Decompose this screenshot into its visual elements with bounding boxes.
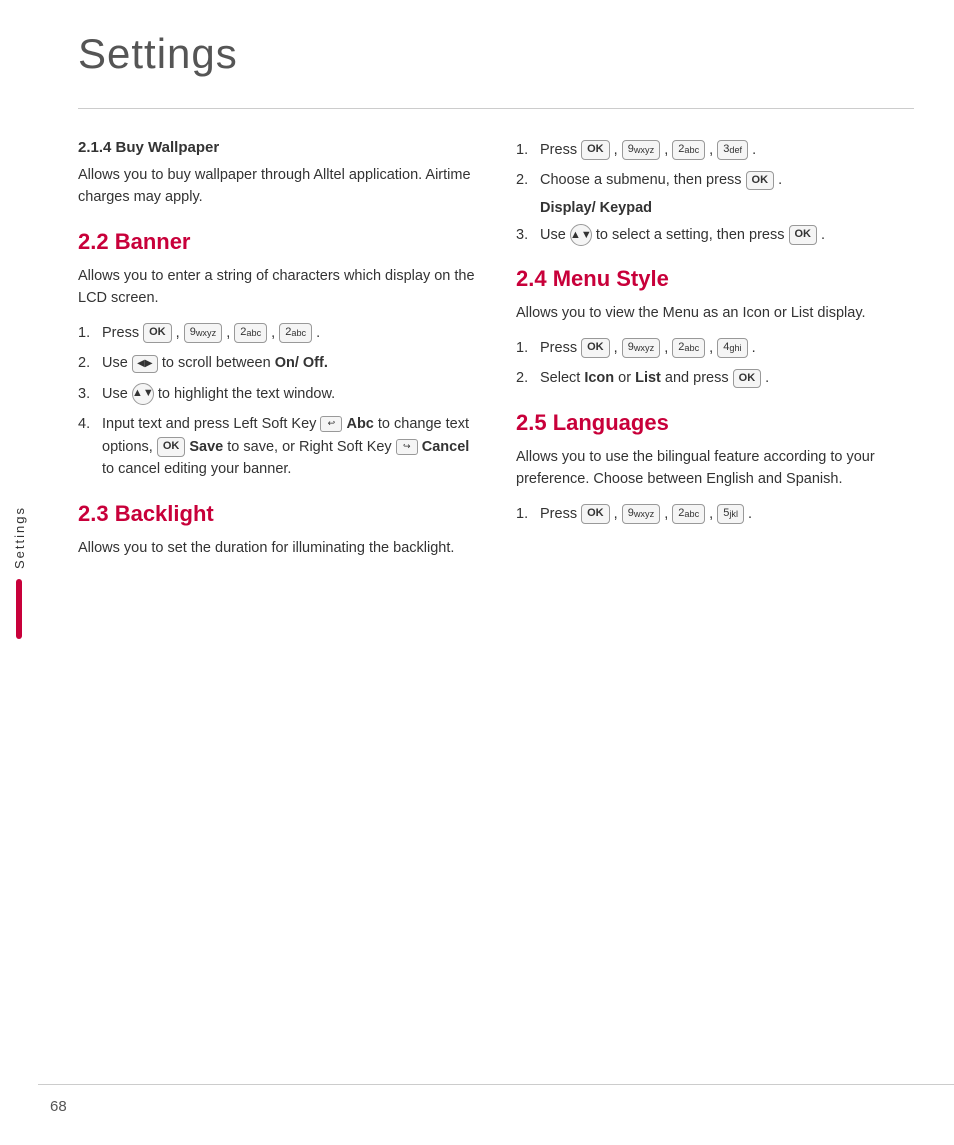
- display-keypad-label: Display/ Keypad: [540, 200, 914, 216]
- section-214-title: 2.1.4 Buy Wallpaper: [78, 139, 476, 156]
- step-24-1-num: 1.: [516, 337, 536, 359]
- ud-nav-icon-1: ▲▼: [132, 383, 154, 405]
- step-22-2-content: Use ◀▶ to scroll between On/ Off.: [102, 352, 476, 374]
- ok-key-r2: OK: [746, 171, 775, 190]
- step-22-4: 4. Input text and press Left Soft Key ↩ …: [78, 413, 476, 480]
- 9wxyz-key-24: 9wxyz: [622, 338, 660, 357]
- section-214-body: Allows you to buy wallpaper through Allt…: [78, 164, 476, 209]
- 2abc-key-r1: 2abc: [672, 140, 705, 159]
- section-214: 2.1.4 Buy Wallpaper Allows you to buy wa…: [78, 139, 476, 209]
- step-22-1: 1. Press OK , 9wxyz , 2abc , 2abc .: [78, 322, 476, 344]
- section-23-title: 2.3 Backlight: [78, 501, 476, 527]
- step-r2-num: 2.: [516, 169, 536, 191]
- 2abc-key-1: 2abc: [234, 323, 267, 342]
- 2abc-key-2: 2abc: [279, 323, 312, 342]
- page-title: Settings: [78, 30, 914, 78]
- 9wxyz-key-1: 9wxyz: [184, 323, 222, 342]
- content-columns: 2.1.4 Buy Wallpaper Allows you to buy wa…: [78, 139, 914, 571]
- step-22-2: 2. Use ◀▶ to scroll between On/ Off.: [78, 352, 476, 374]
- ud-nav-icon-r3: ▲▼: [570, 224, 592, 246]
- 5jkl-key-25: 5jkl: [717, 504, 744, 523]
- 9wxyz-key-r1: 9wxyz: [622, 140, 660, 159]
- step-24-2-content: Select Icon or List and press OK .: [540, 367, 914, 389]
- step-r3-content: Use ▲▼ to select a setting, then press O…: [540, 224, 914, 246]
- 2abc-key-25: 2abc: [672, 504, 705, 523]
- section-25-body: Allows you to use the bilingual feature …: [516, 446, 914, 491]
- section-22-title: 2.2 Banner: [78, 229, 476, 255]
- ok-key-24-1: OK: [581, 338, 610, 357]
- lr-nav-icon: ◀▶: [132, 355, 158, 373]
- step-22-3-num: 3.: [78, 383, 98, 405]
- step-r1-content: Press OK , 9wxyz , 2abc , 3def .: [540, 139, 914, 161]
- 2abc-key-24: 2abc: [672, 338, 705, 357]
- 4ghi-key-24: 4ghi: [717, 338, 747, 357]
- step-22-4-num: 4.: [78, 413, 98, 435]
- step-r2-content: Choose a submenu, then press OK .: [540, 169, 914, 191]
- step-25-1-content: Press OK , 9wxyz , 2abc , 5jkl .: [540, 503, 914, 525]
- ok-key-r3: OK: [789, 225, 818, 244]
- sidebar-accent-bar: [16, 579, 22, 639]
- step-r3: 3. Use ▲▼ to select a setting, then pres…: [516, 224, 914, 246]
- step-22-3: 3. Use ▲▼ to highlight the text window.: [78, 383, 476, 405]
- step-22-4-content: Input text and press Left Soft Key ↩ Abc…: [102, 413, 476, 480]
- ok-key-25: OK: [581, 504, 610, 523]
- step-22-3-content: Use ▲▼ to highlight the text window.: [102, 383, 476, 405]
- right-column: 1. Press OK , 9wxyz , 2abc , 3def . 2. C…: [516, 139, 914, 571]
- section-24: 2.4 Menu Style Allows you to view the Me…: [516, 266, 914, 389]
- section-25: 2.5 Languages Allows you to use the bili…: [516, 410, 914, 525]
- sidebar-label: Settings: [12, 506, 27, 569]
- section-25-title: 2.5 Languages: [516, 410, 914, 436]
- page-number: 68: [50, 1098, 67, 1115]
- main-content: Settings 2.1.4 Buy Wallpaper Allows you …: [38, 0, 954, 611]
- ok-key-r1: OK: [581, 140, 610, 159]
- left-column: 2.1.4 Buy Wallpaper Allows you to buy wa…: [78, 139, 476, 571]
- step-r1-num: 1.: [516, 139, 536, 161]
- ok-key-24-2: OK: [733, 369, 762, 388]
- 9wxyz-key-25: 9wxyz: [622, 504, 660, 523]
- top-divider: [78, 108, 914, 109]
- step-22-2-num: 2.: [78, 352, 98, 374]
- 3def-key-r1: 3def: [717, 140, 748, 159]
- ok-key-1: OK: [143, 323, 172, 342]
- step-25-1: 1. Press OK , 9wxyz , 2abc , 5jkl .: [516, 503, 914, 525]
- step-24-2: 2. Select Icon or List and press OK .: [516, 367, 914, 389]
- step-24-2-num: 2.: [516, 367, 536, 389]
- step-24-1-content: Press OK , 9wxyz , 2abc , 4ghi .: [540, 337, 914, 359]
- step-r3-num: 3.: [516, 224, 536, 246]
- left-soft-icon: ↩: [320, 416, 342, 432]
- section-22: 2.2 Banner Allows you to enter a string …: [78, 229, 476, 481]
- section-22-body: Allows you to enter a string of characte…: [78, 265, 476, 310]
- step-22-1-content: Press OK , 9wxyz , 2abc , 2abc .: [102, 322, 476, 344]
- bottom-divider: [38, 1084, 954, 1085]
- right-soft-icon: ↪: [396, 439, 418, 455]
- section-23: 2.3 Backlight Allows you to set the dura…: [78, 501, 476, 559]
- section-24-title: 2.4 Menu Style: [516, 266, 914, 292]
- step-22-1-num: 1.: [78, 322, 98, 344]
- step-r1: 1. Press OK , 9wxyz , 2abc , 3def .: [516, 139, 914, 161]
- ok-key-2: OK: [157, 437, 186, 456]
- sidebar: Settings: [0, 0, 38, 1145]
- section-23-body: Allows you to set the duration for illum…: [78, 537, 476, 559]
- step-24-1: 1. Press OK , 9wxyz , 2abc , 4ghi .: [516, 337, 914, 359]
- section-24-body: Allows you to view the Menu as an Icon o…: [516, 302, 914, 324]
- step-r2: 2. Choose a submenu, then press OK .: [516, 169, 914, 191]
- step-25-1-num: 1.: [516, 503, 536, 525]
